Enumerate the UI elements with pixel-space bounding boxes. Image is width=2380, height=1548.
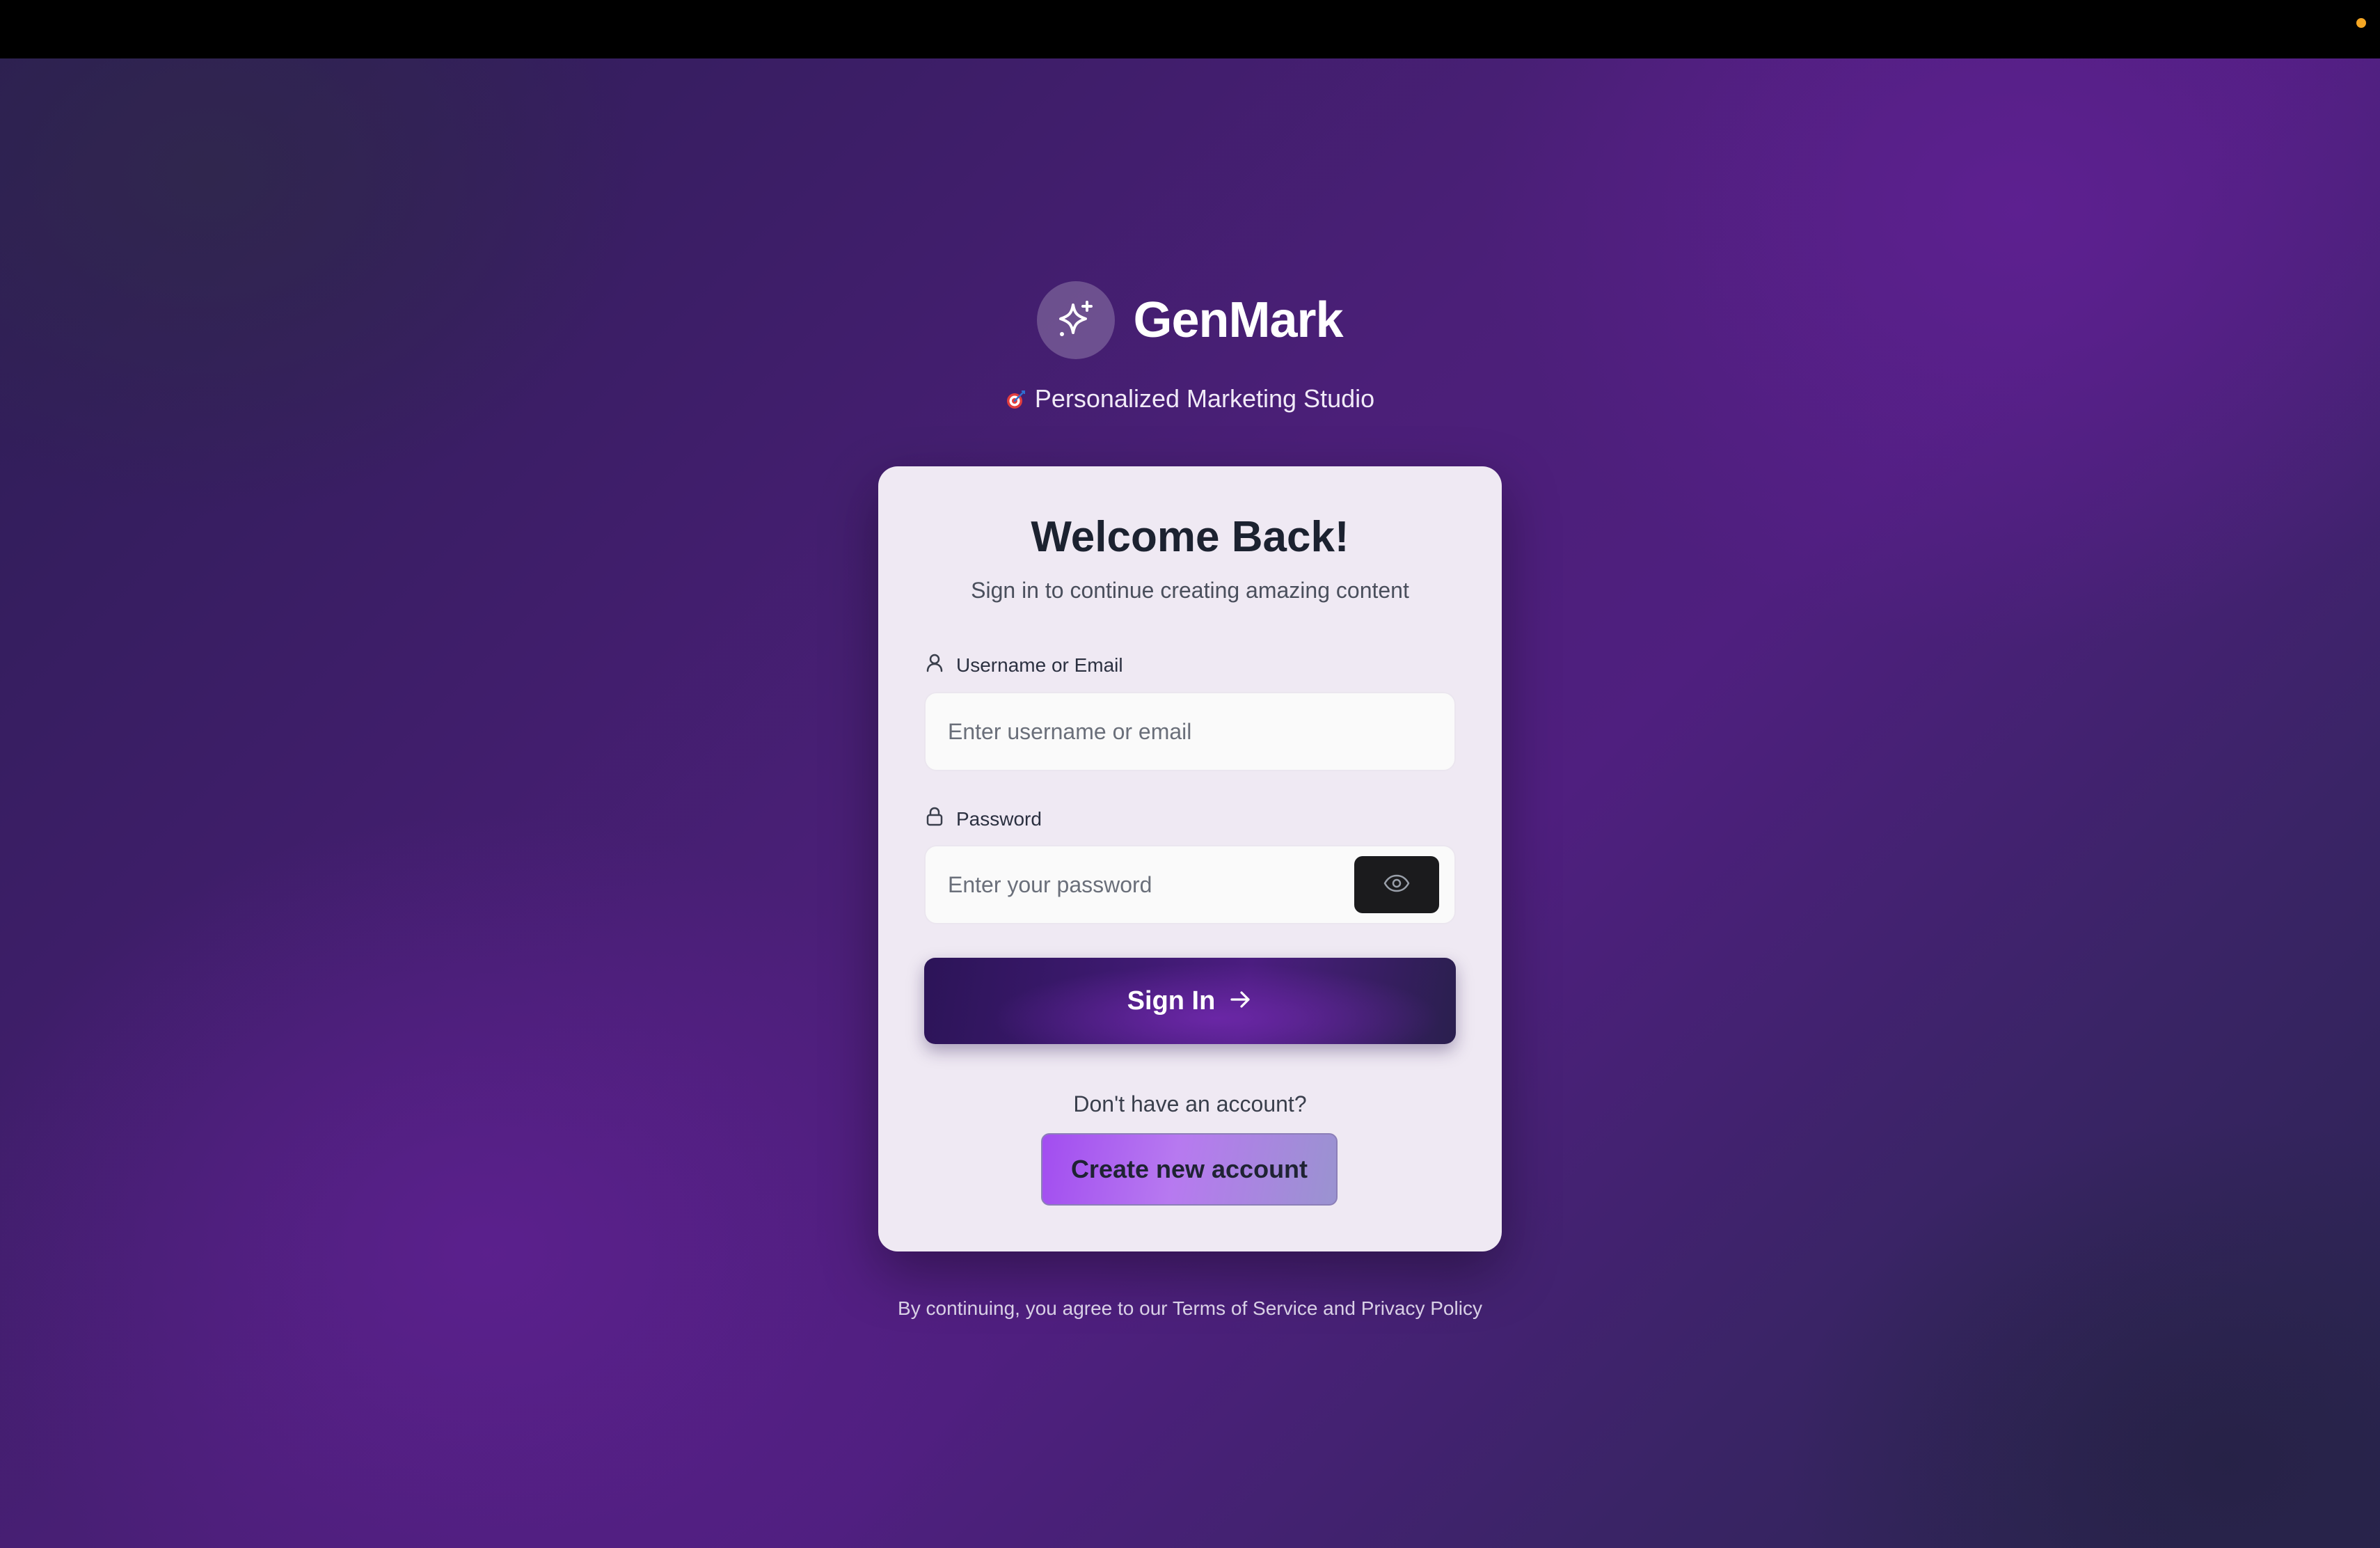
sign-in-label: Sign In [1127,986,1216,1016]
username-label: Username or Email [926,653,1123,677]
legal-notice: By continuing, you agree to our Terms of… [0,1297,2380,1320]
username-label-text: Username or Email [956,654,1123,676]
brand-name: GenMark [1133,292,1343,348]
arrow-right-icon [1229,989,1253,1013]
user-icon [926,653,944,677]
legal-and: and [1317,1297,1361,1319]
card-subtitle: Sign in to continue creating amazing con… [971,578,1409,603]
terms-link[interactable]: Terms of Service [1173,1297,1318,1319]
show-password-button[interactable] [1354,856,1439,913]
privacy-link[interactable]: Privacy Policy [1361,1297,1482,1319]
lock-icon [926,806,944,832]
username-input[interactable] [924,692,1456,771]
top-bar [0,0,2380,58]
legal-prefix: By continuing, you agree to our [898,1297,1173,1319]
tagline: Personalized Marketing Studio [0,384,2380,413]
sparkles-icon [1037,281,1116,359]
create-account-label: Create new account [1070,1155,1308,1183]
create-account-button[interactable]: Create new account [1041,1133,1338,1206]
tagline-text: Personalized Marketing Studio [1034,384,1375,413]
password-label: Password [926,806,1042,832]
password-label-text: Password [956,807,1042,830]
sign-in-button[interactable]: Sign In [924,958,1456,1044]
login-card: Welcome Back! Sign in to continue creati… [878,466,1502,1251]
no-account-prompt: Don't have an account? [1073,1091,1307,1116]
dart-target-icon [1006,387,1026,409]
status-dot [2356,18,2366,28]
brand-header: GenMark [0,281,2380,359]
eye-icon [1383,874,1411,897]
card-title: Welcome Back! [1031,513,1349,561]
